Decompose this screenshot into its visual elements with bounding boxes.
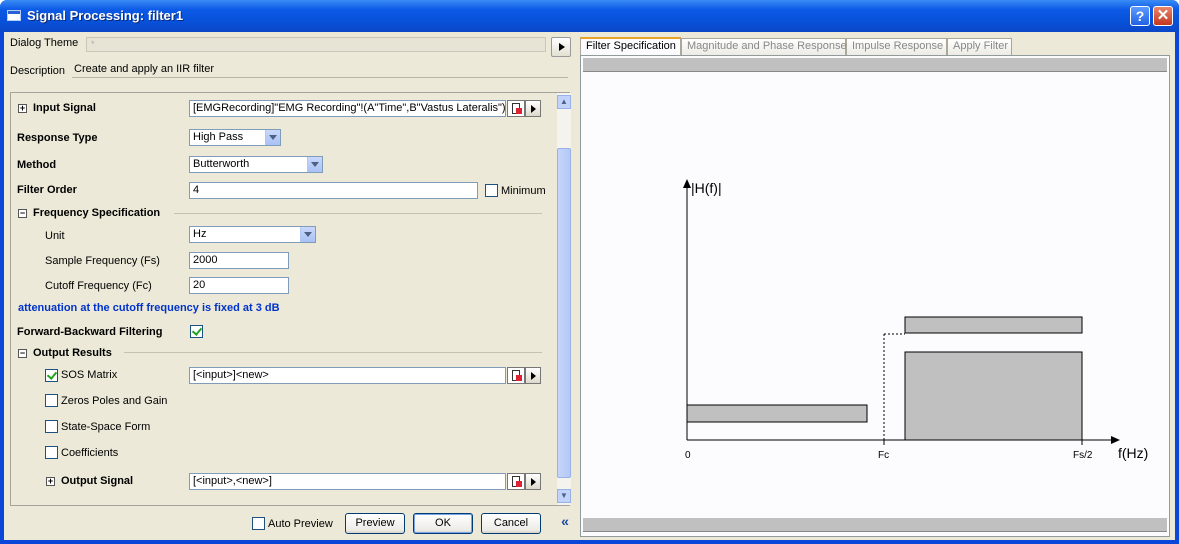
data-picker-icon[interactable] [507,473,525,490]
sample-frequency-input[interactable]: 2000 [189,252,289,269]
input-signal-picker[interactable] [507,100,543,117]
picker-arrow-icon[interactable] [525,473,541,490]
cutoff-frequency-label: Cutoff Frequency (Fc) [45,280,152,292]
sos-matrix-label: SOS Matrix [61,369,118,381]
filter-order-input[interactable]: 4 [189,182,478,199]
description-text: Create and apply an IIR filter [72,63,568,78]
ok-button[interactable]: OK [413,513,473,534]
data-picker-icon[interactable] [507,100,525,117]
sos-matrix-checkbox[interactable] [45,369,58,382]
output-signal-field[interactable]: [<input>,<new>] [189,473,506,490]
y-axis-label: |H(f)| [691,180,722,196]
tab-impulse-response[interactable]: Impulse Response [846,38,947,55]
minimum-label: Minimum [501,185,546,197]
description-label: Description [10,65,66,77]
output-signal-label: Output Signal [61,475,134,487]
input-signal-label: Input Signal [33,102,96,114]
picker-arrow-icon[interactable] [525,367,541,384]
scroll-up-icon[interactable]: ▲ [557,95,571,109]
y-axis-arrow-icon [683,179,691,188]
preview-button[interactable]: Preview [345,513,405,534]
tree-scrollbar[interactable]: ▲ ▼ [557,93,571,505]
sample-frequency-label: Sample Frequency (Fs) [45,255,160,267]
sos-matrix-field[interactable]: [<input>]<new> [189,367,506,384]
data-picker-icon[interactable] [507,367,525,384]
filter-spec-panel: |H(f)| f(Hz) 0 Fc Fs/2 [580,55,1170,537]
title-bar[interactable]: Signal Processing: filter1 ? ✕ [0,0,1179,32]
tab-apply-filter[interactable]: Apply Filter [947,38,1012,55]
sos-matrix-picker[interactable] [507,367,543,384]
picker-arrow-icon[interactable] [525,100,541,117]
tab-magnitude-phase[interactable]: Magnitude and Phase Response [681,38,847,55]
dialog-theme-input[interactable]: * [86,37,546,52]
collapse-frequency-spec-icon[interactable]: − [18,209,27,218]
chevron-down-icon[interactable] [265,130,280,145]
section-divider [174,213,542,214]
coefficients-checkbox[interactable] [45,446,58,459]
filter-spec-diagram: |H(f)| f(Hz) 0 Fc Fs/2 [683,179,1148,461]
method-label: Method [17,159,57,171]
window-title: Signal Processing: filter1 [27,8,184,23]
forward-backward-checkbox[interactable] [190,325,203,338]
close-button[interactable]: ✕ [1153,6,1173,26]
passband-region [904,351,1083,441]
zeros-poles-gain-label: Zeros Poles and Gain [61,395,168,407]
dialog-window: Signal Processing: filter1 ? ✕ Dialog Th… [0,0,1179,544]
zeros-poles-gain-checkbox[interactable] [45,394,58,407]
unit-select[interactable]: Hz [189,226,316,243]
tab-strip: Filter Specification Magnitude and Phase… [580,37,1170,56]
x-axis-arrow-icon [1111,436,1120,444]
collapse-output-results-icon[interactable]: − [18,349,27,358]
dialog-theme-label: Dialog Theme [10,37,79,49]
state-space-checkbox[interactable] [45,420,58,433]
frequency-spec-label: Frequency Specification [33,207,161,219]
tick-fs2-label: Fs/2 [1073,450,1093,461]
tick-fc-label: Fc [878,450,889,461]
window-icon [7,10,21,21]
tab-filter-specification[interactable]: Filter Specification [580,37,681,56]
input-signal-field[interactable]: [EMGRecording]"EMG Recording"!(A"Time",B… [189,100,506,117]
chevron-down-icon[interactable] [307,157,322,172]
chevron-down-icon[interactable] [300,227,315,242]
output-results-label: Output Results [33,347,112,359]
response-type-select[interactable]: High Pass [189,129,281,146]
forward-backward-label: Forward-Backward Filtering [17,326,163,338]
theme-menu-button[interactable] [551,37,571,57]
scroll-thumb[interactable] [557,148,571,478]
unit-label: Unit [45,230,65,242]
stopband-region [686,404,868,423]
expand-input-signal-icon[interactable]: + [18,104,27,113]
minimum-checkbox[interactable] [485,184,498,197]
method-value: Butterworth [193,158,250,170]
cutoff-frequency-input[interactable]: 20 [189,277,289,294]
coefficients-label: Coefficients [61,447,119,459]
auto-preview-label: Auto Preview [268,518,333,530]
section-divider [124,352,542,353]
state-space-label: State-Space Form [61,421,151,433]
unit-value: Hz [193,228,207,240]
response-type-label: Response Type [17,132,98,144]
x-axis-label: f(Hz) [1118,445,1148,461]
method-select[interactable]: Butterworth [189,156,323,173]
settings-tree [10,92,570,506]
help-button[interactable]: ? [1130,6,1150,26]
cancel-button[interactable]: Cancel [481,513,541,534]
passband-upper-region [904,316,1083,334]
scroll-down-icon[interactable]: ▼ [557,489,571,503]
output-signal-picker[interactable] [507,473,543,490]
auto-preview-checkbox[interactable] [252,517,265,530]
filter-order-label: Filter Order [17,184,77,196]
attenuation-note: attenuation at the cutoff frequency is f… [18,302,280,314]
dialog-body: Dialog Theme * Description Create and ap… [4,32,1175,540]
expand-output-signal-icon[interactable]: + [46,477,55,486]
tick-0-label: 0 [685,450,691,461]
response-type-value: High Pass [193,131,244,143]
collapse-panel-icon[interactable]: « [557,512,573,532]
